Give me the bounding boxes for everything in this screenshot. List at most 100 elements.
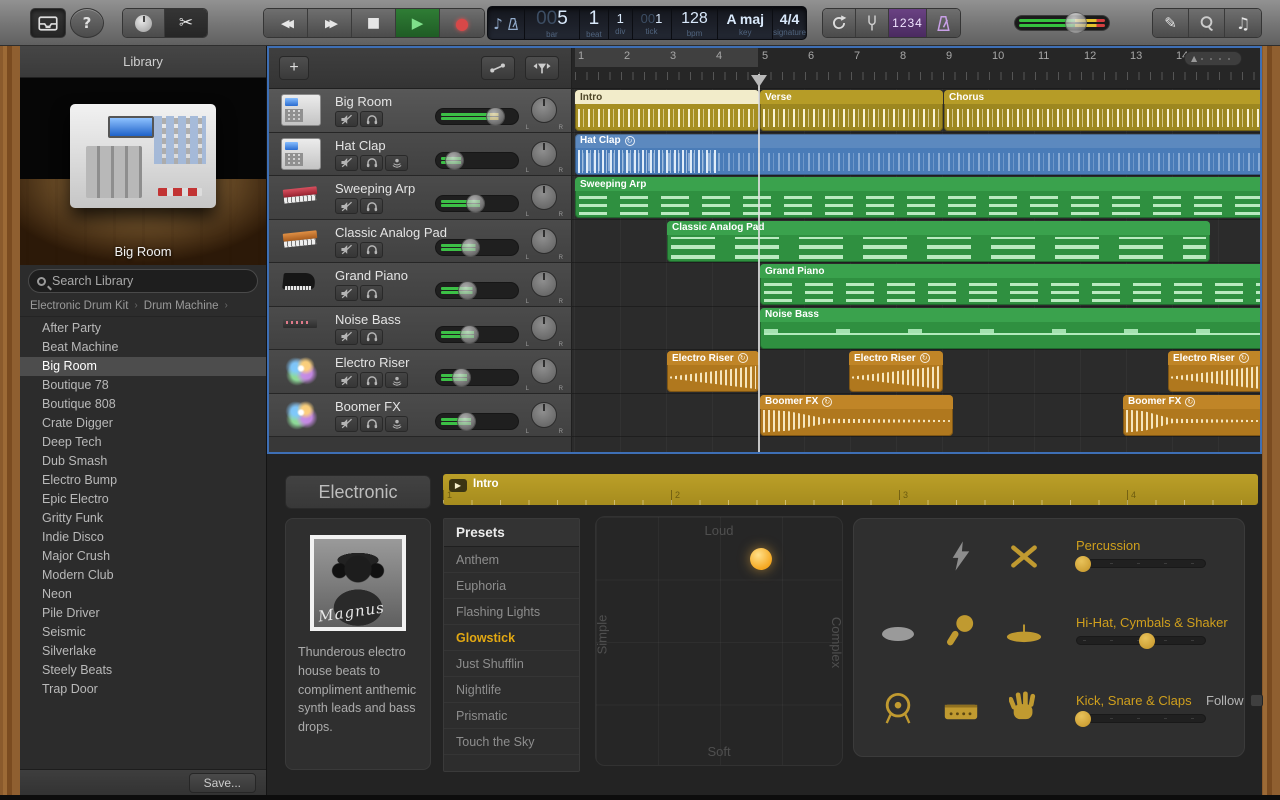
volume-thumb[interactable] xyxy=(1065,12,1088,34)
solo-button[interactable] xyxy=(360,285,383,301)
region-electro-riser-2[interactable]: Electro Riser ↻ xyxy=(849,351,943,392)
library-item[interactable]: After Party xyxy=(20,319,266,338)
library-item[interactable]: Pile Driver xyxy=(20,604,266,623)
track-volume-slider[interactable] xyxy=(435,324,519,344)
library-item[interactable]: Boutique 78 xyxy=(20,376,266,395)
metronome-button[interactable] xyxy=(927,9,960,37)
region-noise-bass[interactable]: Noise Bass xyxy=(760,307,1260,349)
library-item[interactable]: Big Room xyxy=(20,357,266,376)
region-boomer-fx-1[interactable]: Boomer FX ↻ xyxy=(760,394,953,436)
track-row-classic-analog-pad[interactable]: Classic Analog Pad LR xyxy=(269,219,571,263)
smart-controls-button[interactable] xyxy=(123,9,165,37)
hihat-slider[interactable] xyxy=(1076,633,1206,649)
region-verse[interactable]: Verse xyxy=(760,90,943,131)
lcd-mode-icons[interactable]: ♪ xyxy=(488,7,526,39)
volume-thumb[interactable] xyxy=(466,194,486,213)
sticks-icon[interactable] xyxy=(1001,533,1047,579)
loop-browser-button[interactable] xyxy=(1189,9,1225,37)
shaker-icon[interactable] xyxy=(875,611,921,657)
save-button[interactable]: Save... xyxy=(188,772,256,793)
input-monitor-button[interactable] xyxy=(385,154,408,171)
stop-button[interactable]: ■ xyxy=(352,9,396,37)
track-row-grand-piano[interactable]: Grand Piano LR xyxy=(269,263,571,307)
input-monitor-button[interactable] xyxy=(385,415,408,432)
track-volume-slider[interactable] xyxy=(435,368,519,387)
lcd-beat[interactable]: 1 beat xyxy=(580,7,610,39)
mute-button[interactable] xyxy=(335,241,358,258)
lcd-key[interactable]: A maj key xyxy=(718,7,774,39)
volume-thumb[interactable] xyxy=(486,107,506,126)
pan-knob[interactable] xyxy=(531,227,557,254)
mute-button[interactable] xyxy=(335,328,358,345)
library-item[interactable]: Electro Bump xyxy=(20,471,266,490)
catch-playhead-button[interactable] xyxy=(525,56,559,80)
track-volume-slider[interactable] xyxy=(435,411,519,431)
region-electro-riser-1[interactable]: Electro Riser ↻ xyxy=(667,351,759,392)
lcd-div[interactable]: 1 div xyxy=(609,7,633,39)
mute-button[interactable] xyxy=(335,415,358,432)
zoom-slider[interactable]: ▲ xyxy=(1184,51,1242,66)
library-item[interactable]: Indie Disco xyxy=(20,528,266,547)
region-intro[interactable]: Intro xyxy=(575,90,759,131)
track-row-electro-riser[interactable]: Electro Riser LR xyxy=(269,350,571,394)
track-volume-slider[interactable] xyxy=(435,150,519,170)
playhead[interactable] xyxy=(758,74,760,452)
timeline-ruler[interactable]: 123456789101112131415 ▲ xyxy=(572,48,1260,89)
library-item[interactable]: Trap Door xyxy=(20,680,266,699)
solo-button[interactable] xyxy=(360,415,383,432)
library-item[interactable]: Dub Smash xyxy=(20,452,266,471)
mute-button[interactable] xyxy=(335,111,358,127)
library-item[interactable]: Major Crush xyxy=(20,547,266,566)
lcd-tick[interactable]: 00 1 tick xyxy=(633,7,672,39)
cymbal-icon[interactable] xyxy=(1001,611,1047,657)
library-item[interactable]: Neon xyxy=(20,585,266,604)
library-item[interactable]: Seismic xyxy=(20,623,266,642)
pan-knob[interactable] xyxy=(531,314,557,341)
preset-item[interactable]: Just Shufflin xyxy=(444,651,579,677)
automation-button[interactable] xyxy=(481,56,515,80)
master-volume-slider[interactable] xyxy=(1014,12,1110,34)
notepad-button[interactable]: ✎ xyxy=(1153,9,1189,37)
solo-button[interactable] xyxy=(360,328,383,345)
breadcrumb-item[interactable]: Drum Machine xyxy=(144,300,219,312)
solo-button[interactable] xyxy=(360,198,383,214)
preset-item[interactable]: Glowstick xyxy=(444,625,579,651)
library-item[interactable]: Crate Digger xyxy=(20,414,266,433)
xy-pad-puck[interactable] xyxy=(749,548,772,571)
playhead-handle[interactable] xyxy=(751,75,767,87)
maraca-icon[interactable] xyxy=(938,607,984,653)
solo-button[interactable] xyxy=(360,154,383,171)
lcd-bar[interactable]: 00 5 bar xyxy=(525,7,580,39)
lcd-signature[interactable]: 4/4 signature xyxy=(773,7,806,39)
volume-thumb[interactable] xyxy=(445,150,465,170)
track-row-sweeping-arp[interactable]: Sweeping Arp LR xyxy=(269,176,571,220)
slider-thumb[interactable] xyxy=(1075,711,1092,727)
track-row-big-room[interactable]: Big Room LR xyxy=(269,89,571,133)
library-item[interactable]: Deep Tech xyxy=(20,433,266,452)
solo-button[interactable] xyxy=(360,241,383,258)
library-search[interactable] xyxy=(28,269,258,293)
volume-thumb[interactable] xyxy=(458,281,478,300)
help-button[interactable]: ? xyxy=(70,8,104,38)
cycle-button[interactable] xyxy=(823,9,856,37)
input-monitor-button[interactable] xyxy=(385,372,408,388)
track-row-noise-bass[interactable]: Noise Bass LR xyxy=(269,306,571,350)
pan-knob[interactable] xyxy=(531,401,557,428)
track-volume-slider[interactable] xyxy=(435,237,519,257)
xy-pad[interactable]: Loud Soft Simple Complex xyxy=(594,516,844,766)
volume-thumb[interactable] xyxy=(459,324,479,344)
track-row-boomer-fx[interactable]: Boomer FX LR xyxy=(269,393,571,437)
record-button[interactable]: ● xyxy=(440,9,484,37)
hand-clap-icon[interactable] xyxy=(1001,683,1047,729)
library-item[interactable]: Boutique 808 xyxy=(20,395,266,414)
library-item[interactable]: Modern Club xyxy=(20,566,266,585)
preset-item[interactable]: Euphoria xyxy=(444,573,579,599)
mute-button[interactable] xyxy=(335,372,358,388)
solo-button[interactable] xyxy=(360,111,383,127)
breadcrumb-item[interactable]: Electronic Drum Kit xyxy=(30,300,128,312)
mini-timeline[interactable]: ▶ Intro 1234 xyxy=(443,474,1258,505)
preset-item[interactable]: Nightlife xyxy=(444,677,579,703)
pan-knob[interactable] xyxy=(531,140,557,167)
mute-button[interactable] xyxy=(335,198,358,214)
preset-item[interactable]: Touch the Sky xyxy=(444,729,579,755)
